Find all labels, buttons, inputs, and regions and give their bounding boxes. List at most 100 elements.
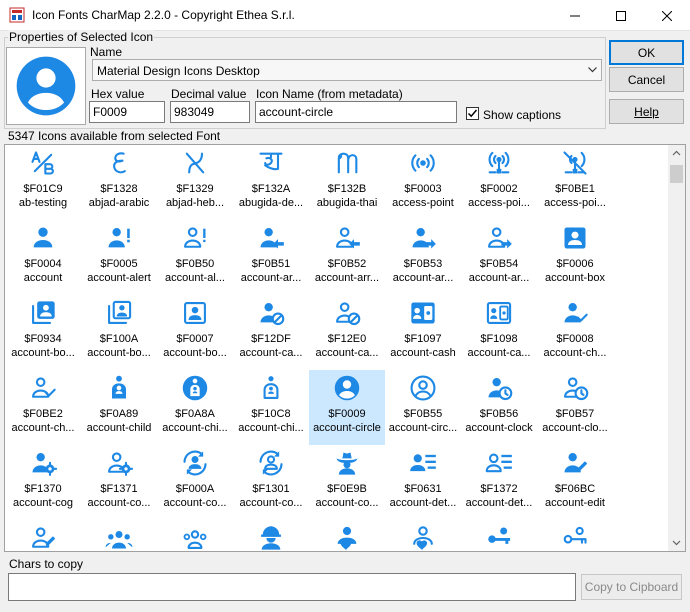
icon-cell[interactable] (157, 520, 233, 551)
icon-hex-caption: $F0008 (556, 333, 594, 345)
icon-name-caption: account-ar... (240, 272, 302, 284)
account-cash-icon (411, 302, 435, 324)
icon-name-input[interactable] (255, 101, 457, 123)
icon-cell[interactable]: $F0B54 account-ar... (461, 220, 537, 295)
icon-cell[interactable]: $F0BE1 access-poi... (537, 145, 613, 220)
icon-name-caption: account-child (86, 422, 152, 434)
cancel-button[interactable]: Cancel (609, 67, 684, 92)
icon-cell[interactable]: $F0002 access-poi... (461, 145, 537, 220)
copy-to-clipboard-button[interactable]: Copy to Cipboard (581, 574, 682, 600)
icon-grid[interactable]: $F01C9 ab-testing $F1328 abjad-arabic $F1329… (4, 144, 686, 552)
icon-cell[interactable]: $F0934 account-bo... (5, 295, 81, 370)
icon-cell[interactable]: $F0008 account-ch... (537, 295, 613, 370)
icon-cell[interactable] (81, 520, 157, 551)
close-button[interactable] (644, 0, 690, 31)
icon-cell[interactable]: $F1328 abjad-arabic (81, 145, 157, 220)
account-convert-icon (183, 450, 207, 476)
icon-cell[interactable]: $F100A account-bo... (81, 295, 157, 370)
maximize-button[interactable] (598, 0, 644, 31)
icon-hex-caption: $F1328 (100, 183, 138, 195)
icon-cell[interactable]: $F1329 abjad-heb... (157, 145, 233, 220)
decimal-value-input[interactable] (170, 101, 250, 123)
icon-cell[interactable]: $F10C8 account-chi... (233, 370, 309, 445)
icon-cell[interactable]: $F132B abugida-thai (309, 145, 385, 220)
grid-scrollbar[interactable] (668, 145, 685, 551)
hex-label: Hex value (91, 87, 145, 101)
icon-name-caption: account-clock (465, 422, 533, 434)
icon-cell[interactable]: $F000A account-co... (157, 445, 233, 520)
icon-cell[interactable]: $F0E9B account-co... (309, 445, 385, 520)
account-circle-icon (334, 375, 360, 401)
account-box-outline-icon (184, 302, 206, 324)
name-label: Name (90, 45, 123, 59)
icon-cell[interactable]: $F0A8A account-chi... (157, 370, 233, 445)
account-edit-icon (564, 452, 588, 473)
icon-hex-caption: $F0007 (176, 333, 214, 345)
icon-cell[interactable]: $F12DF account-ca... (233, 295, 309, 370)
ok-button[interactable]: OK (609, 40, 684, 65)
icon-cell[interactable]: $F1301 account-co... (233, 445, 309, 520)
account-key-outline-icon (563, 526, 587, 544)
icon-hex-caption: $F0934 (24, 333, 62, 345)
icon-cell[interactable]: $F0004 account (5, 220, 81, 295)
icon-cell[interactable]: $F0B51 account-ar... (233, 220, 309, 295)
icon-cell[interactable]: $F0BE2 account-ch... (5, 370, 81, 445)
icon-cell[interactable]: $F0006 account-box (537, 220, 613, 295)
icon-hex-caption: $F1372 (480, 483, 518, 495)
icon-cell[interactable]: $F0A89 account-child (81, 370, 157, 445)
icon-cell[interactable]: $F0003 access-point (385, 145, 461, 220)
scroll-down-icon[interactable] (668, 534, 685, 551)
account-box-icon (564, 227, 586, 249)
icon-cell[interactable]: $F1370 account-cog (5, 445, 81, 520)
font-select[interactable]: Material Design Icons Desktop (92, 59, 602, 81)
icon-cell[interactable] (461, 520, 537, 551)
account-check-icon (564, 302, 588, 323)
show-captions-checkbox[interactable] (466, 107, 479, 120)
icon-cell[interactable]: $F0B50 account-al... (157, 220, 233, 295)
access-point-icon (411, 154, 435, 172)
chars-to-copy-input[interactable] (8, 573, 576, 601)
icon-cell[interactable]: $F1097 account-cash (385, 295, 461, 370)
icon-cell[interactable]: $F0005 account-alert (81, 220, 157, 295)
icon-hex-caption: $F0B50 (175, 258, 215, 270)
account-key-icon (488, 527, 511, 544)
icon-cell[interactable]: $F0B56 account-clock (461, 370, 537, 445)
account-heart-icon (337, 526, 357, 551)
icon-cell[interactable]: $F1371 account-co... (81, 445, 157, 520)
scroll-up-icon[interactable] (668, 145, 685, 162)
icon-cell[interactable]: $F0631 account-det... (385, 445, 461, 520)
help-button[interactable]: Help (609, 99, 684, 124)
icon-name-caption: account-ch... (543, 347, 607, 359)
icon-cell[interactable] (385, 520, 461, 551)
icon-name-caption: account-chi... (238, 422, 304, 434)
icon-cell[interactable]: $F0B52 account-arr... (309, 220, 385, 295)
icon-cell[interactable] (5, 520, 81, 551)
scroll-thumb[interactable] (670, 165, 683, 183)
icon-cell[interactable]: $F1098 account-ca... (461, 295, 537, 370)
icon-cell[interactable]: $F06BC account-edit (537, 445, 613, 520)
icon-cell[interactable]: $F0B57 account-clo... (537, 370, 613, 445)
icon-cell[interactable]: $F0007 account-bo... (157, 295, 233, 370)
icon-cell[interactable]: $F132A abugida-de... (233, 145, 309, 220)
icon-cell[interactable]: $F0B55 account-circ... (385, 370, 461, 445)
icon-cell[interactable] (537, 520, 613, 551)
icon-cell[interactable] (233, 520, 309, 551)
icon-cell[interactable]: $F01C9 ab-testing (5, 145, 81, 220)
icon-cell[interactable]: $F0009 account-circle (309, 370, 385, 445)
icon-name-caption: account-edit (545, 497, 605, 509)
icon-hex-caption: $F0A89 (99, 408, 139, 420)
minimize-button[interactable] (552, 0, 598, 31)
icon-hex-caption: $F0006 (556, 258, 594, 270)
icon-cell[interactable]: $F0B53 account-ar... (385, 220, 461, 295)
account-icon (33, 227, 53, 248)
icon-cell[interactable] (309, 520, 385, 551)
icon-hex-caption: $F0A8A (175, 408, 215, 420)
chars-to-copy-label: Chars to copy (9, 557, 84, 571)
icon-name-caption: ab-testing (18, 197, 68, 209)
account-circle-outline-icon (410, 375, 436, 401)
icon-hex-caption: $F0B54 (479, 258, 519, 270)
icon-cell[interactable]: $F1372 account-det... (461, 445, 537, 520)
hex-value-input[interactable] (89, 101, 165, 123)
icon-cell[interactable]: $F12E0 account-ca... (309, 295, 385, 370)
icon-hex-caption: $F1097 (404, 333, 442, 345)
